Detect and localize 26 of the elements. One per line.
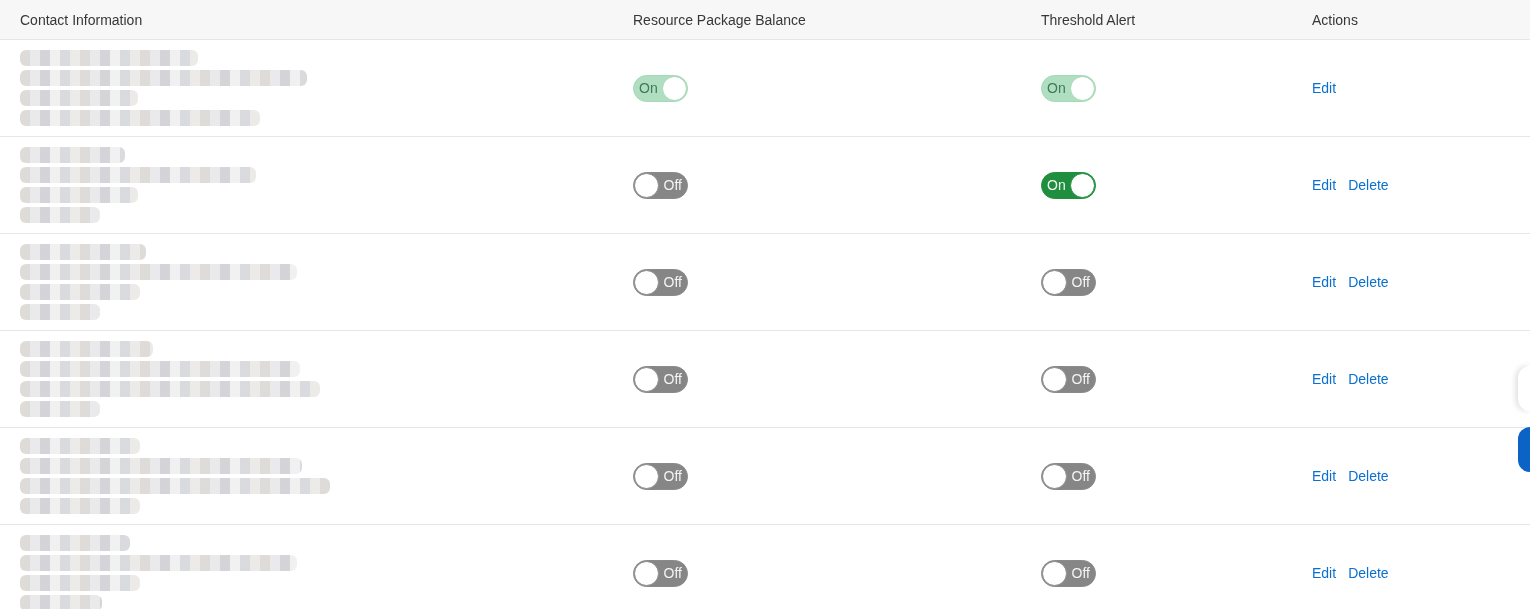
toggle-switch[interactable]: On xyxy=(1041,171,1096,199)
column-header: Contact Information xyxy=(20,11,143,28)
toggle-switch[interactable]: Off xyxy=(633,365,688,393)
action-link[interactable]: Edit xyxy=(1312,468,1337,484)
toggle-switch[interactable]: Off xyxy=(633,171,688,199)
action-link[interactable]: Edit xyxy=(1312,80,1337,96)
toggle-switch[interactable]: Off xyxy=(1041,559,1096,587)
action-link[interactable]: Delete xyxy=(1348,565,1389,581)
action-link[interactable]: Delete xyxy=(1348,371,1389,387)
toggle-switch[interactable]: Off xyxy=(633,559,688,587)
action-link[interactable]: Edit xyxy=(1312,565,1337,581)
column-header: Resource Package Balance xyxy=(633,11,806,28)
floating-button[interactable] xyxy=(1518,427,1530,472)
toggle-switch[interactable]: Off xyxy=(1041,365,1096,393)
column-header: Actions xyxy=(1312,11,1358,28)
toggle-switch[interactable]: Off xyxy=(1041,462,1096,490)
action-link[interactable]: Delete xyxy=(1348,274,1389,290)
action-link[interactable]: Edit xyxy=(1312,371,1337,387)
toggle-switch[interactable]: Off xyxy=(1041,268,1096,296)
action-link[interactable]: Edit xyxy=(1312,274,1337,290)
action-link[interactable]: Delete xyxy=(1348,177,1389,193)
toggle-switch[interactable]: Off xyxy=(633,462,688,490)
toggle-switch[interactable]: Off xyxy=(633,268,688,296)
action-link[interactable]: Edit xyxy=(1312,177,1337,193)
action-link[interactable]: Delete xyxy=(1348,468,1389,484)
column-header: Threshold Alert xyxy=(1041,11,1136,28)
